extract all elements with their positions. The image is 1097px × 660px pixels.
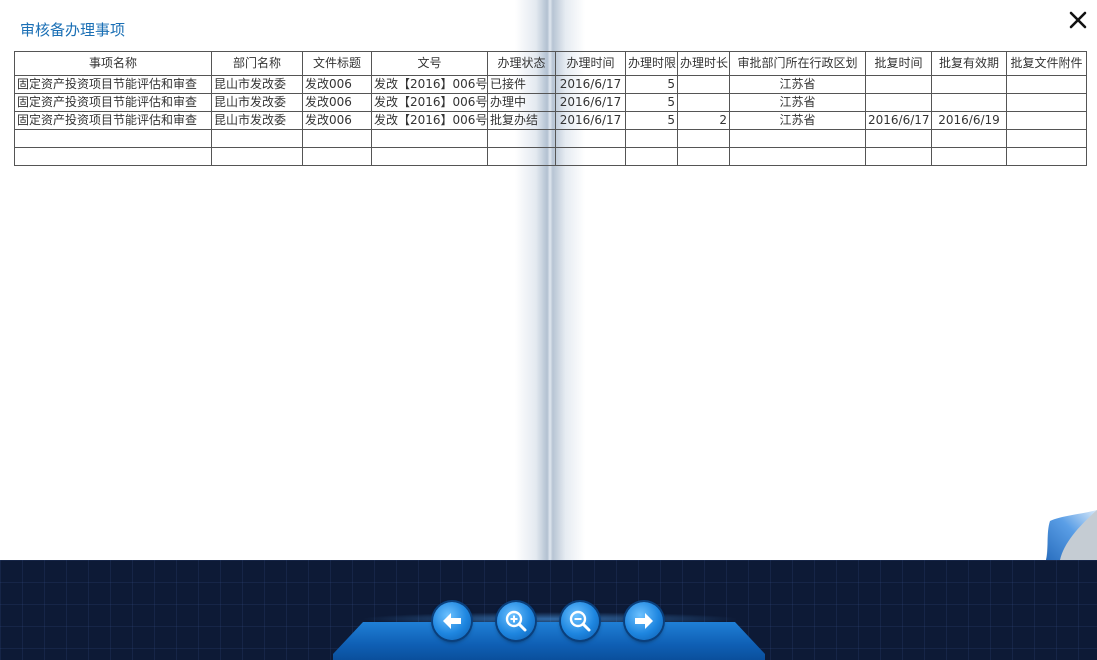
table-cell <box>1006 111 1087 130</box>
table-cell <box>14 129 212 148</box>
table-cell <box>625 147 678 166</box>
table-cell <box>677 129 730 148</box>
table-row: 固定资产投资项目节能评估和审查 昆山市发改委 发改006 发改【2016】006… <box>14 75 1087 94</box>
close-button[interactable] <box>1066 8 1090 32</box>
table-cell <box>677 75 730 94</box>
table-cell: 2016/6/17 <box>555 75 626 94</box>
table-cell: 发改006 <box>302 75 372 94</box>
zoom-out-button[interactable] <box>561 602 599 640</box>
table-cell <box>729 147 866 166</box>
table-cell <box>729 129 866 148</box>
table-cell <box>677 147 730 166</box>
page-curl-icon[interactable] <box>1040 505 1097 560</box>
table-cell: 2016/6/17 <box>865 111 932 130</box>
table-row: 固定资产投资项目节能评估和审查 昆山市发改委 发改006 发改【2016】006… <box>14 111 1087 130</box>
document-page: 审核备办理事项 事项名称 部门名称 文件标题 文号 办理状态 办理时间 办理时限… <box>0 0 1097 560</box>
table-row: 固定资产投资项目节能评估和审查 昆山市发改委 发改006 发改【2016】006… <box>14 93 1087 112</box>
table-cell <box>931 147 1007 166</box>
table-cell <box>931 93 1007 112</box>
table-cell <box>302 129 372 148</box>
table-cell <box>677 93 730 112</box>
column-header: 办理状态 <box>487 51 556 76</box>
column-header: 办理时间 <box>555 51 626 76</box>
table-row <box>14 129 1087 148</box>
table-cell: 5 <box>625 93 678 112</box>
table-cell <box>931 129 1007 148</box>
next-page-button[interactable] <box>625 602 663 640</box>
table-header-row: 事项名称 部门名称 文件标题 文号 办理状态 办理时间 办理时限 办理时长 审批… <box>14 51 1087 76</box>
table-cell: 已接件 <box>487 75 556 94</box>
table-cell <box>555 147 626 166</box>
table-cell <box>865 129 932 148</box>
column-header: 批复有效期 <box>931 51 1007 76</box>
table-cell <box>555 129 626 148</box>
table-cell: 固定资产投资项目节能评估和审查 <box>14 93 212 112</box>
column-header: 文件标题 <box>302 51 372 76</box>
table-cell <box>487 129 556 148</box>
table-cell: 2 <box>677 111 730 130</box>
table-cell: 昆山市发改委 <box>211 111 303 130</box>
table-cell: 发改006 <box>302 93 372 112</box>
column-header: 文号 <box>371 51 488 76</box>
toolbar-tray <box>333 622 765 660</box>
table-cell <box>931 75 1007 94</box>
table-cell <box>1006 75 1087 94</box>
column-header: 批复时间 <box>865 51 932 76</box>
column-header: 办理时长 <box>677 51 730 76</box>
table-cell: 2016/6/19 <box>931 111 1007 130</box>
column-header: 批复文件附件 <box>1006 51 1087 76</box>
zoom-in-button[interactable] <box>497 602 535 640</box>
table-cell: 5 <box>625 111 678 130</box>
table-cell: 江苏省 <box>729 93 866 112</box>
table-cell: 固定资产投资项目节能评估和审查 <box>14 75 212 94</box>
table-cell <box>865 93 932 112</box>
table-cell: 5 <box>625 75 678 94</box>
column-header: 事项名称 <box>14 51 212 76</box>
zoom-in-icon <box>505 610 527 632</box>
arrow-right-icon <box>635 613 653 629</box>
table-cell: 办理中 <box>487 93 556 112</box>
table-cell <box>1006 147 1087 166</box>
table-cell: 发改【2016】006号 <box>371 75 488 94</box>
table-row <box>14 147 1087 166</box>
table-cell: 2016/6/17 <box>555 93 626 112</box>
column-header: 部门名称 <box>211 51 303 76</box>
table-cell: 固定资产投资项目节能评估和审查 <box>14 111 212 130</box>
table-cell <box>371 129 488 148</box>
table-cell: 发改006 <box>302 111 372 130</box>
table-cell <box>1006 93 1087 112</box>
column-header: 审批部门所在行政区划 <box>729 51 866 76</box>
table-cell: 江苏省 <box>729 111 866 130</box>
table-cell <box>487 147 556 166</box>
table-cell: 昆山市发改委 <box>211 93 303 112</box>
arrow-left-icon <box>443 613 461 629</box>
table-cell: 批复办结 <box>487 111 556 130</box>
table-cell <box>865 75 932 94</box>
table-cell: 江苏省 <box>729 75 866 94</box>
affairs-table: 事项名称 部门名称 文件标题 文号 办理状态 办理时间 办理时限 办理时长 审批… <box>14 51 1087 166</box>
page-title: 审核备办理事项 <box>20 21 126 39</box>
table-cell <box>302 147 372 166</box>
table-cell: 发改【2016】006号 <box>371 93 488 112</box>
zoom-out-icon <box>569 610 591 632</box>
table-cell <box>1006 129 1087 148</box>
close-icon <box>1069 11 1087 29</box>
table-cell <box>211 147 303 166</box>
table-cell: 2016/6/17 <box>555 111 626 130</box>
table-cell <box>211 129 303 148</box>
table-cell <box>371 147 488 166</box>
table-cell: 昆山市发改委 <box>211 75 303 94</box>
column-header: 办理时限 <box>625 51 678 76</box>
prev-page-button[interactable] <box>433 602 471 640</box>
table-cell <box>14 147 212 166</box>
table-cell: 发改【2016】006号 <box>371 111 488 130</box>
table-cell <box>865 147 932 166</box>
table-cell <box>625 129 678 148</box>
